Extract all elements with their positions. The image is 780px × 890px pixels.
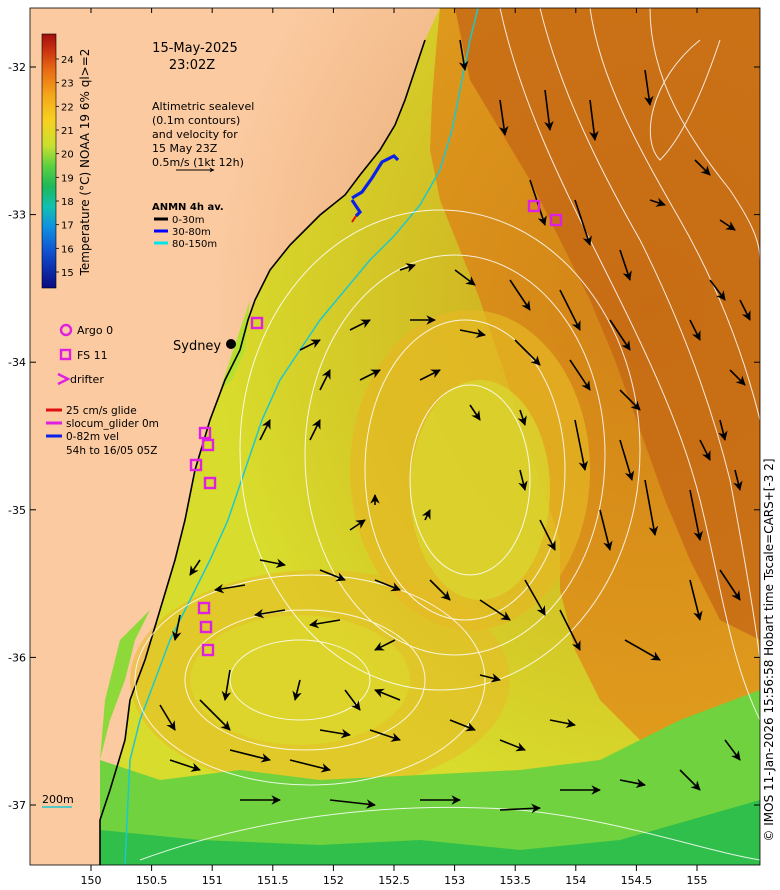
lon-tick-label: 150.5	[136, 874, 168, 887]
lon-tick-label: 152.5	[378, 874, 410, 887]
svg-text:and velocity for: and velocity for	[152, 128, 238, 141]
sydney-label: Sydney	[173, 339, 221, 354]
svg-text:54h to 16/05 05Z: 54h to 16/05 05Z	[66, 445, 157, 457]
lat-tick-label: -32	[8, 61, 26, 74]
isobath-label: 200m	[42, 793, 74, 806]
svg-text:25 cm/s glide: 25 cm/s glide	[66, 405, 137, 417]
colorbar-tick-label: 24	[61, 55, 74, 66]
colorbar-tick-label: 17	[61, 221, 74, 232]
lon-tick-label: 154.5	[621, 874, 653, 887]
svg-text:0-82m vel: 0-82m vel	[66, 431, 119, 443]
svg-text:80-150m: 80-150m	[172, 239, 217, 250]
colorbar-tick-label: 15	[61, 268, 74, 279]
svg-text:ANMN 4h av.: ANMN 4h av.	[152, 202, 224, 213]
credit-text: © IMOS 11-Jan-2026 15:56:58 Hobart time …	[762, 458, 776, 841]
lat-tick-label: -36	[8, 651, 26, 664]
colorbar-tick-label: 23	[61, 79, 74, 90]
svg-text:15 May 23Z: 15 May 23Z	[152, 142, 218, 155]
map-date: 15-May-2025	[152, 41, 238, 56]
lon-tick-label: 155	[687, 874, 708, 887]
sydney-marker[interactable]	[226, 339, 236, 349]
colorbar-label: Temperature (°C) NOAA 19 6% ql>=2	[78, 49, 92, 277]
svg-text:0-30m: 0-30m	[172, 215, 204, 226]
colorbar-tick-label: 16	[61, 244, 74, 255]
lon-tick-label: 154	[565, 874, 586, 887]
colorbar-tick-label: 20	[61, 150, 74, 161]
svg-text:slocum_glider 0m: slocum_glider 0m	[66, 418, 159, 430]
colorbar-tick-label: 21	[61, 126, 74, 137]
svg-text:FS 11: FS 11	[77, 349, 108, 362]
lon-tick-label: 153	[444, 874, 465, 887]
svg-text:30-80m: 30-80m	[172, 227, 211, 238]
sst-map: 15-May-2025 23:02Z 24 23 22 21 20 19 18 17 16 15 …	[8, 7, 776, 887]
lon-tick-label: 152	[323, 874, 344, 887]
lon-tick-label: 150	[81, 874, 102, 887]
svg-text:drifter: drifter	[70, 373, 104, 386]
lat-tick-label: -33	[8, 209, 26, 222]
colorbar	[41, 33, 57, 289]
lon-tick-label: 151.5	[257, 874, 289, 887]
svg-text:(0.1m contours): (0.1m contours)	[152, 114, 240, 127]
svg-text:0.5m/s (1kt 12h): 0.5m/s (1kt 12h)	[152, 156, 244, 169]
lon-tick-label: 153.5	[499, 874, 531, 887]
colorbar-tick-label: 19	[61, 173, 74, 184]
lat-tick-label: -37	[8, 799, 26, 812]
lat-tick-label: -35	[8, 504, 26, 517]
svg-text:Argo 0: Argo 0	[77, 324, 113, 337]
map-time: 23:02Z	[169, 58, 215, 73]
lat-tick-label: -34	[8, 356, 26, 369]
colorbar-tick-label: 22	[61, 102, 74, 113]
svg-text:Altimetric sealevel: Altimetric sealevel	[152, 100, 254, 113]
colorbar-tick-label: 18	[61, 197, 74, 208]
lon-tick-label: 151	[202, 874, 223, 887]
